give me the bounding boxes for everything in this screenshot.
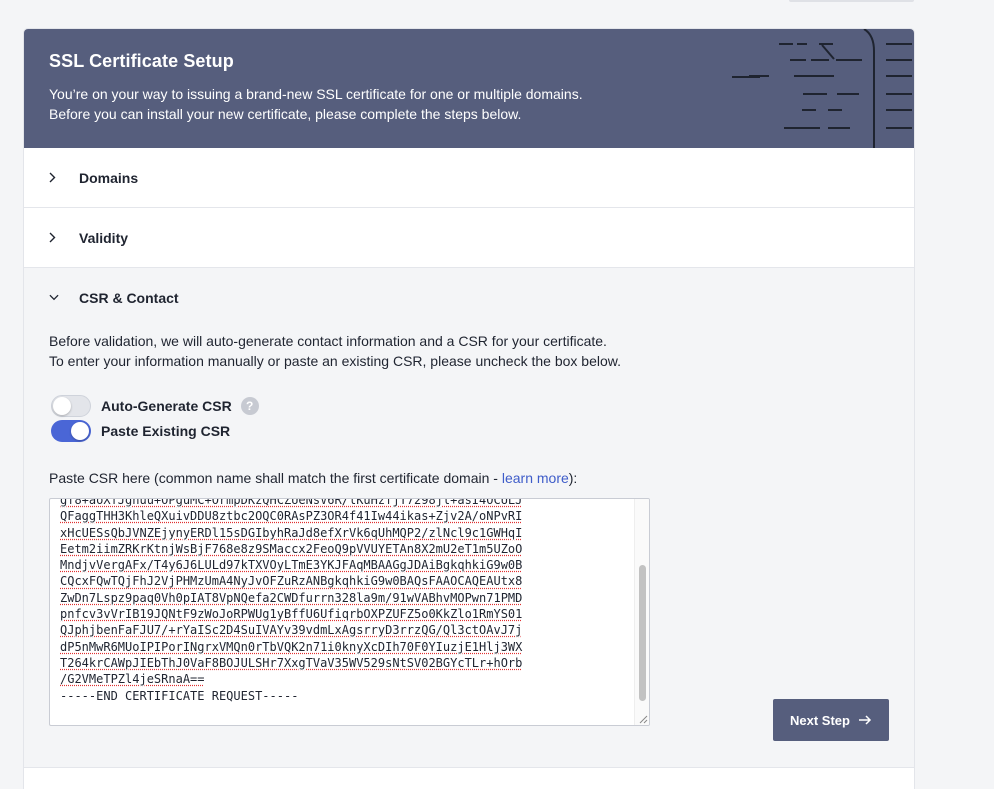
next-step-button[interactable]: Next Step [773,699,889,741]
csr-line: T264krCAWpJIEbThJ0VaF8BOJULSHr7XxgTVaV35… [60,655,523,670]
auto-generate-label: Auto-Generate CSR [101,398,232,414]
csr-scrollbar-thumb[interactable] [639,565,646,701]
csr-line: gf8+aoXfJghuu+OPguMC+OrmpDKzQHCZUeNsV6R/… [60,498,523,507]
auto-generate-row: Auto-Generate CSR ? [51,395,259,417]
csr-description: Before validation, we will auto-generate… [49,331,621,371]
paste-existing-label: Paste Existing CSR [101,423,231,439]
chevron-down-icon [49,294,59,301]
section-domains[interactable]: Domains [24,148,914,208]
csr-line: Eetm2iimZRKrKtnjWsBjF768e8z9SMaccx2FeoQ9… [60,541,523,556]
csr-line: QFaggTHH3KhleQXuivDDU8ztbc2OQC0RAsPZ3OR4… [60,509,523,524]
hero-decoration-icon [732,29,912,148]
csr-line: ZwDn7Lspz9paq0Vh0pIAT8VpNQefa2CWDfurrn32… [60,590,523,605]
csr-scrollbar[interactable] [634,499,649,725]
chevron-right-icon [49,232,59,243]
section-domains-label: Domains [79,169,139,186]
auto-generate-toggle[interactable] [51,395,91,417]
paste-existing-toggle[interactable] [51,420,91,442]
learn-more-link[interactable]: learn more [502,470,569,486]
ssl-setup-card: SSL Certificate Setup You’re on your way… [24,29,914,789]
setup-hero-banner: SSL Certificate Setup You’re on your way… [24,29,914,148]
section-csr-contact-panel: CSR & Contact Before validation, we will… [24,268,914,768]
section-validity-label: Validity [79,229,129,246]
section-csr-contact-label: CSR & Contact [79,289,179,306]
csr-line: dP5nMwR6MUoIPIPorINgrxVMQn0rTbVQK2n71i0k… [60,639,523,654]
toggle-knob [71,422,89,440]
question-icon[interactable]: ? [240,397,259,415]
csr-description-line-2: To enter your information manually or pa… [49,353,621,369]
csr-line: pnfcv3vVrIB19JQNtF9zWoJoRPWUg1yBffU6Ufiq… [60,607,523,622]
paste-csr-label: Paste CSR here (common name shall match … [49,470,577,486]
csr-line: QJphjbenFaFJU7/+rYaISc2D4SuIVAYv39vdmLxA… [60,623,523,638]
csr-line: CQcxFQwTQjFhJ2VjPHMzUmA4NyJvOFZuRzANBgkq… [60,574,523,589]
csr-textarea[interactable]: gf8+aoXfJghuu+OPguMC+OrmpDKzQHCZUeNsV6R/… [49,498,650,726]
paste-csr-label-end: ): [568,470,578,486]
hero-subtitle-line-2: Before you can install your new certific… [49,106,522,122]
csr-textarea-content[interactable]: gf8+aoXfJghuu+OPguMC+OrmpDKzQHCZUeNsV6R/… [60,498,605,704]
page-title: SSL Certificate Setup [49,51,234,71]
paste-existing-row: Paste Existing CSR [51,420,230,442]
csr-line: xHcUESsQbJVNZEjynyERDl15sDGIbyhRaJd8efXr… [60,525,523,540]
csr-description-line-1: Before validation, we will auto-generate… [49,333,607,349]
paste-csr-label-text: Paste CSR here (common name shall match … [49,470,502,486]
csr-line: /G2VMeTPZl4jeSRnaA== [60,672,205,687]
csr-line: -----END CERTIFICATE REQUEST----- [60,688,299,703]
next-section-divider [24,767,914,768]
section-csr-contact[interactable]: CSR & Contact [24,268,914,327]
next-step-label: Next Step [790,712,850,728]
arrow-right-icon [858,715,872,725]
chevron-right-icon [49,172,59,183]
hero-subtitle-line-1: You’re on your way to issuing a brand-ne… [49,86,583,102]
top-tab-edge [789,0,914,2]
hero-subtitle: You’re on your way to issuing a brand-ne… [49,84,583,124]
section-validity[interactable]: Validity [24,208,914,268]
resize-handle-icon[interactable] [638,714,648,724]
toggle-knob [53,397,71,415]
csr-line: MndjvVergAFx/T4y6J6LULd97kTXVOyLTmE3YKJF… [60,558,523,573]
